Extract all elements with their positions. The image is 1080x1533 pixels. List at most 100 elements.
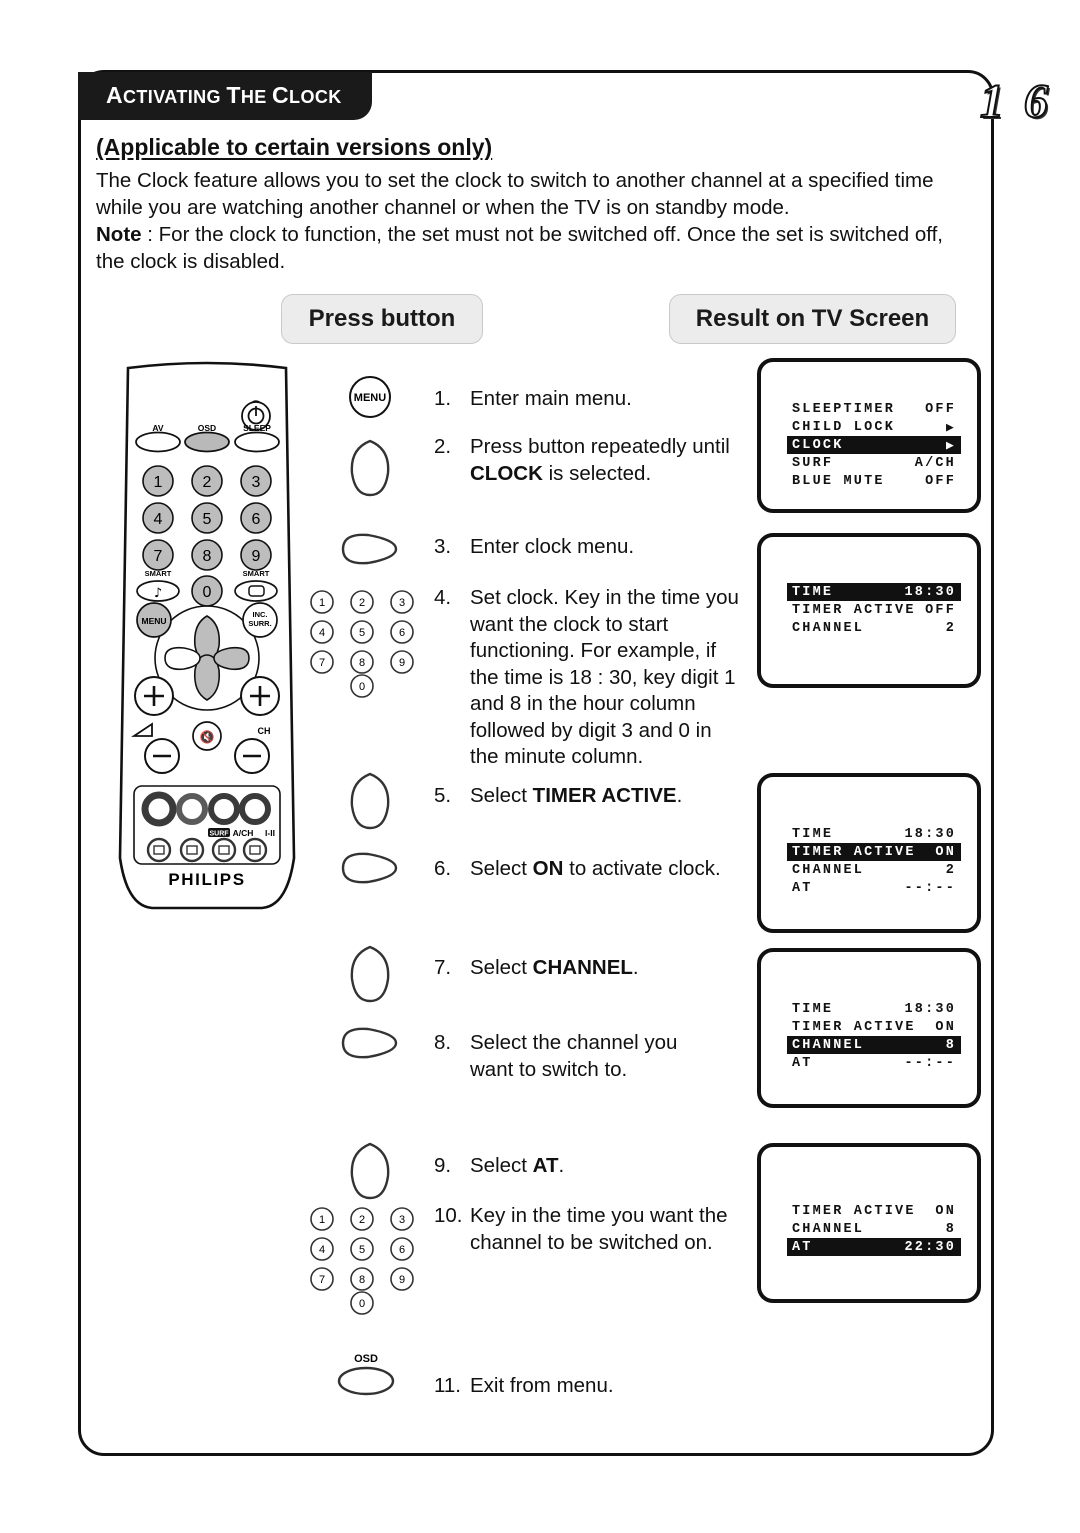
osd-row-value: OFF [925, 401, 956, 417]
osd-row: CHANNEL 8 [787, 1220, 961, 1238]
menu-button-label: MENU [141, 616, 166, 626]
osd-row: BLUE MUTE OFF [787, 472, 961, 490]
step-7-number: 7. [434, 956, 452, 979]
svg-text:9: 9 [399, 657, 405, 669]
step-4: 4. Set clock. Key in the time you want th… [434, 585, 741, 771]
smart-picture-button[interactable] [234, 580, 278, 602]
osd-button[interactable] [184, 431, 230, 453]
remote-smart-picture-label: SMART [243, 569, 270, 578]
svg-text:8: 8 [203, 548, 212, 565]
step-7-nav-down-button-icon[interactable] [340, 943, 400, 1005]
osd-row: TIMER ACTIVE OFF [787, 601, 961, 619]
osd-row-label: CLOCK [792, 437, 844, 453]
osd-row-label: TIMER ACTIVE [792, 1203, 916, 1219]
svg-text:3: 3 [399, 597, 405, 609]
remote-sleep-label: SLEEP [243, 423, 271, 433]
osd-row: CLOCK ▶ [787, 436, 961, 454]
philips-brand-logo: PHILIPS [168, 870, 245, 889]
remote-keypad[interactable]: 1 2 3 4 5 6 7 8 9 [142, 465, 272, 571]
step-11: 11. Exit from menu. [434, 1373, 744, 1400]
step-2-number: 2. [434, 435, 452, 458]
osd-row-value: 8 [945, 1037, 956, 1053]
step-10-number: 10. [434, 1204, 463, 1227]
svg-text:1: 1 [319, 1214, 325, 1226]
svg-text:5: 5 [359, 627, 365, 639]
tv-screen-timer-active-on: TIME 18:30 TIMER ACTIVE ON CHANNEL 2 AT --:-- [757, 773, 981, 933]
osd-list: TIME 18:30 TIMER ACTIVE ON CHANNEL 8 AT --:-- [787, 1000, 961, 1072]
step-1-menu-button-icon[interactable]: MENU [344, 374, 396, 420]
column-header-press-button: Press button [281, 294, 483, 344]
svg-text:0: 0 [359, 1298, 365, 1310]
osd-row-label: TIMER ACTIVE [792, 844, 916, 860]
nav-right-button[interactable] [213, 646, 250, 671]
sleep-button[interactable] [234, 431, 280, 453]
osd-row: SLEEPTIMER OFF [787, 400, 961, 418]
step-2-nav-down-button-icon[interactable] [340, 437, 400, 499]
column-header-result-on-tv: Result on TV Screen [669, 294, 956, 344]
svg-text:2: 2 [203, 474, 212, 491]
step-6-nav-right-button-icon[interactable] [338, 847, 404, 889]
step-8-nav-right-button-icon[interactable] [338, 1022, 404, 1064]
osd-row-label: TIMER ACTIVE [792, 602, 916, 618]
osd-row-label: AT [792, 880, 813, 896]
osd-row-label: CHANNEL [792, 620, 865, 636]
osd-row: AT --:-- [787, 1054, 961, 1072]
step-3-nav-right-button-icon[interactable] [338, 528, 404, 570]
step-5-text: Select TIMER ACTIVE. [470, 784, 683, 807]
step-9: 9. Select AT. [434, 1153, 744, 1180]
step-6-number: 6. [434, 857, 452, 880]
step-5-nav-down-button-icon[interactable] [340, 770, 400, 832]
tv-screen-clock-time: TIME 18:30 TIMER ACTIVE OFF CHANNEL 2 [757, 533, 981, 688]
osd-row-label: AT [792, 1055, 813, 1071]
step-11-osd-button-icon[interactable]: OSD [330, 1348, 402, 1400]
remote-ch-label: CH [258, 726, 271, 736]
svg-text:7: 7 [154, 548, 163, 565]
osd-row-label: AT [792, 1239, 813, 1255]
step-6-text: Select ON to activate clock. [470, 857, 721, 880]
i-ii-label: I-II [265, 828, 275, 838]
osd-list: TIMER ACTIVE ON CHANNEL 8 AT 22:30 [787, 1202, 961, 1256]
step-4-keypad-icon[interactable]: 1 2 3 4 5 6 7 8 9 0 [306, 588, 418, 698]
menu-icon-label: MENU [354, 392, 386, 404]
step-4-number: 4. [434, 586, 452, 609]
step-8-number: 8. [434, 1031, 452, 1054]
remote-smart-sound-label: SMART [145, 569, 172, 578]
osd-row-label: CHANNEL [792, 1037, 865, 1053]
surf-label: SURF [209, 831, 229, 838]
osd-row-value: A/CH [914, 455, 956, 471]
svg-text:4: 4 [319, 627, 325, 639]
osd-row-value: ON [935, 1019, 956, 1035]
step-3-text: Enter clock menu. [470, 535, 635, 558]
osd-row: TIME 18:30 [787, 583, 961, 601]
osd-list: TIME 18:30 TIMER ACTIVE ON CHANNEL 2 AT --:-- [787, 825, 961, 897]
step-9-nav-down-button-icon[interactable] [340, 1140, 400, 1202]
svg-text:4: 4 [319, 1244, 325, 1256]
step-3: 3. Enter clock menu. [434, 534, 744, 561]
osd-submenu-arrow-icon: ▶ [945, 437, 956, 453]
osd-row: SURF A/CH [787, 454, 961, 472]
svg-text:7: 7 [319, 657, 325, 669]
svg-text:6: 6 [252, 511, 261, 528]
music-note-icon: ♪ [154, 586, 162, 601]
osd-icon-label: OSD [354, 1353, 378, 1365]
nav-left-button[interactable] [164, 646, 201, 671]
inc-surround-label-2: SURR. [248, 619, 271, 628]
av-button[interactable] [135, 431, 181, 453]
svg-text:9: 9 [399, 1274, 405, 1286]
svg-text:0: 0 [359, 681, 365, 693]
step-10-keypad-icon[interactable]: 1 2 3 4 5 6 7 8 9 0 [306, 1205, 418, 1315]
remote-av-label: AV [152, 423, 164, 433]
osd-row-label: TIME [792, 584, 834, 600]
osd-row: CHANNEL 2 [787, 619, 961, 637]
osd-row: TIMER ACTIVE ON [787, 843, 961, 861]
step-2-text: Press button repeatedly until CLOCK is s… [470, 435, 730, 485]
section-header-badge: ACTIVATING THE CLOCK [78, 72, 372, 120]
osd-row: AT --:-- [787, 879, 961, 897]
svg-text:5: 5 [359, 1244, 365, 1256]
step-8-text: Select the channel you want to switch to… [470, 1031, 678, 1081]
intro-block: (Applicable to certain versions only) Th… [96, 134, 976, 275]
step-8: 8. Select the channel you want to switch … [434, 1030, 724, 1083]
intro-note: Note : For the clock to function, the se… [96, 221, 976, 275]
svg-text:5: 5 [203, 511, 212, 528]
osd-row-value: 8 [945, 1221, 956, 1237]
